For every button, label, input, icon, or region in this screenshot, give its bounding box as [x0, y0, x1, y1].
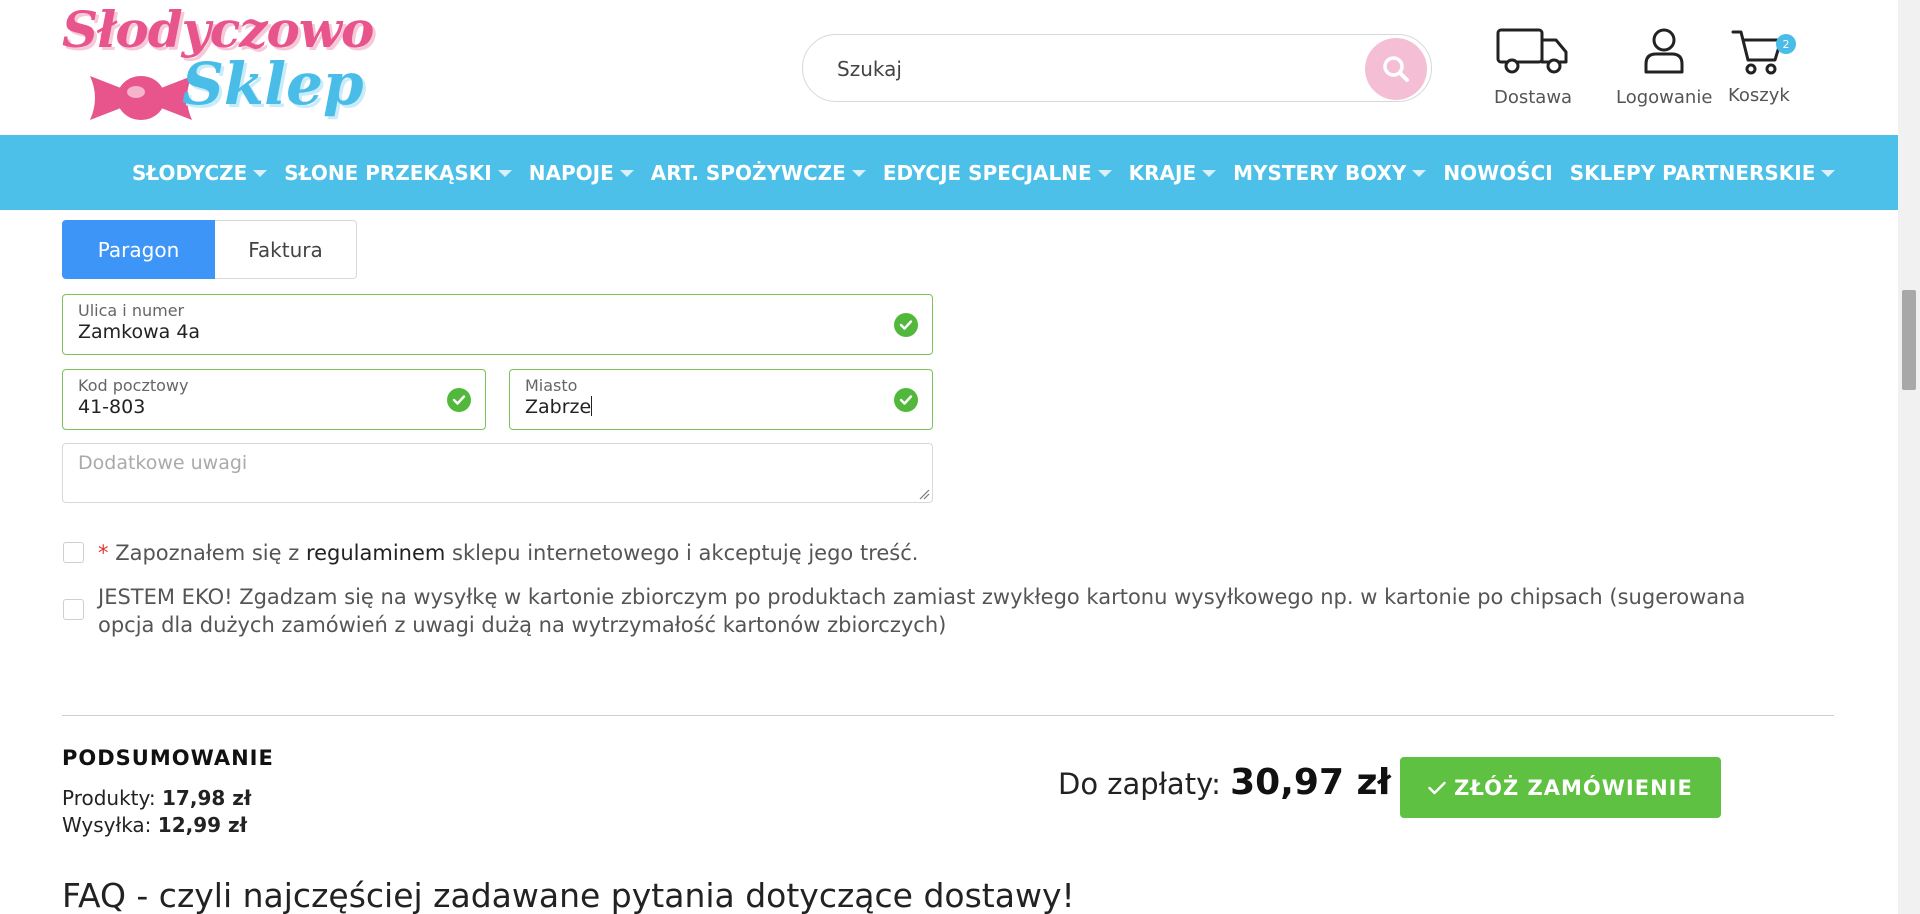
postal-code-label: Kod pocztowy [78, 376, 189, 395]
login-link[interactable]: Logowanie [1616, 26, 1712, 108]
search-bar [802, 34, 1432, 102]
resize-grip-icon[interactable] [918, 488, 930, 500]
caret-down-icon [851, 170, 866, 177]
candy-icon [90, 76, 192, 120]
required-mark: * [98, 541, 109, 565]
street-label: Ulica i numer [78, 301, 185, 320]
caret-down-icon [1821, 170, 1836, 177]
valid-check-icon [447, 388, 471, 412]
amount-to-pay-value: 30,97 zł [1230, 762, 1391, 803]
city-field[interactable]: Miasto Zabrze [509, 369, 933, 430]
nav-item-slodycze[interactable]: SŁODYCZE [132, 161, 268, 185]
caret-down-icon [1412, 170, 1427, 177]
eco-text: JESTEM EKO! Zgadzam się na wysyłkę w kar… [98, 585, 1746, 637]
postal-code-value: 41-803 [78, 396, 146, 418]
place-order-button[interactable]: ZŁÓŻ ZAMÓWIENIE [1400, 757, 1721, 818]
nav-item-art-spozywcze[interactable]: ART. SPOŻYWCZE [651, 161, 866, 185]
document-type-tabs: Paragon Faktura [62, 220, 357, 279]
main-navigation: SŁODYCZE SŁONE PRZEKĄSKI NAPOJE ART. SPO… [0, 135, 1898, 210]
place-order-label: ZŁÓŻ ZAMÓWIENIE [1454, 775, 1693, 800]
street-field[interactable]: Ulica i numer Zamkowa 4a [62, 294, 933, 355]
nav-item-kraje[interactable]: KRAJE [1129, 161, 1217, 185]
caret-down-icon [619, 170, 634, 177]
nav-item-mystery-boxy[interactable]: MYSTERY BOXY [1233, 161, 1427, 185]
truck-icon [1496, 28, 1568, 74]
postal-code-field[interactable]: Kod pocztowy 41-803 [62, 369, 486, 430]
notes-textarea[interactable]: Dodatkowe uwagi [62, 443, 933, 503]
nav-item-edycje-specjalne[interactable]: EDYCJE SPECJALNE [883, 161, 1112, 185]
site-header: Słodyczowo Sklep Dostawa [0, 0, 1898, 135]
terms-checkbox[interactable] [63, 542, 84, 563]
search-button[interactable] [1365, 38, 1427, 100]
delivery-link[interactable]: Dostawa [1494, 26, 1572, 108]
nav-item-nowosci[interactable]: NOWOŚCI [1443, 161, 1552, 185]
page-scrollbar[interactable] [1898, 0, 1920, 914]
valid-check-icon [894, 313, 918, 337]
tab-faktura[interactable]: Faktura [215, 220, 357, 279]
cart-label: Koszyk [1728, 85, 1790, 106]
logo-text-line2: Sklep [182, 50, 364, 118]
caret-down-icon [497, 170, 512, 177]
city-label: Miasto [525, 376, 578, 395]
delivery-label: Dostawa [1494, 87, 1573, 108]
caret-down-icon [1202, 170, 1217, 177]
cart-link[interactable]: 2 Koszyk [1728, 26, 1796, 106]
nav-item-slone-przekaski[interactable]: SŁONE PRZEKĄSKI [284, 161, 512, 185]
section-divider [62, 715, 1834, 716]
site-logo[interactable]: Słodyczowo Sklep [62, 0, 374, 135]
products-total: Produkty: 17,98 zł [62, 786, 252, 810]
cart-count-badge: 2 [1776, 34, 1796, 54]
eco-checkbox[interactable] [63, 599, 84, 620]
street-value: Zamkowa 4a [78, 321, 201, 343]
valid-check-icon [894, 388, 918, 412]
notes-placeholder: Dodatkowe uwagi [78, 452, 248, 474]
shipping-total: Wysyłka: 12,99 zł [62, 813, 248, 837]
scrollbar-thumb[interactable] [1902, 290, 1916, 390]
text-cursor [591, 396, 593, 416]
user-icon [1644, 28, 1684, 74]
caret-down-icon [253, 170, 268, 177]
search-icon [1383, 56, 1409, 82]
city-value-wrap: Zabrze [525, 396, 593, 418]
faq-heading: FAQ - czyli najczęściej zadawane pytania… [62, 876, 1075, 914]
caret-down-icon [1097, 170, 1112, 177]
nav-item-sklepy-partnerskie[interactable]: SKLEPY PARTNERSKIE [1570, 161, 1836, 185]
terms-link[interactable]: regulaminem [306, 541, 445, 565]
terms-text: * Zapoznałem się z regulaminem sklepu in… [98, 541, 919, 565]
search-input[interactable] [837, 55, 1337, 83]
nav-item-napoje[interactable]: NAPOJE [529, 161, 634, 185]
amount-to-pay: Do zapłaty: 30,97 zł [1058, 762, 1391, 803]
summary-title: PODSUMOWANIE [62, 746, 274, 770]
city-value: Zabrze [525, 396, 592, 418]
checkmark-icon [1428, 781, 1446, 794]
tab-paragon[interactable]: Paragon [62, 220, 215, 279]
login-label: Logowanie [1616, 87, 1713, 108]
